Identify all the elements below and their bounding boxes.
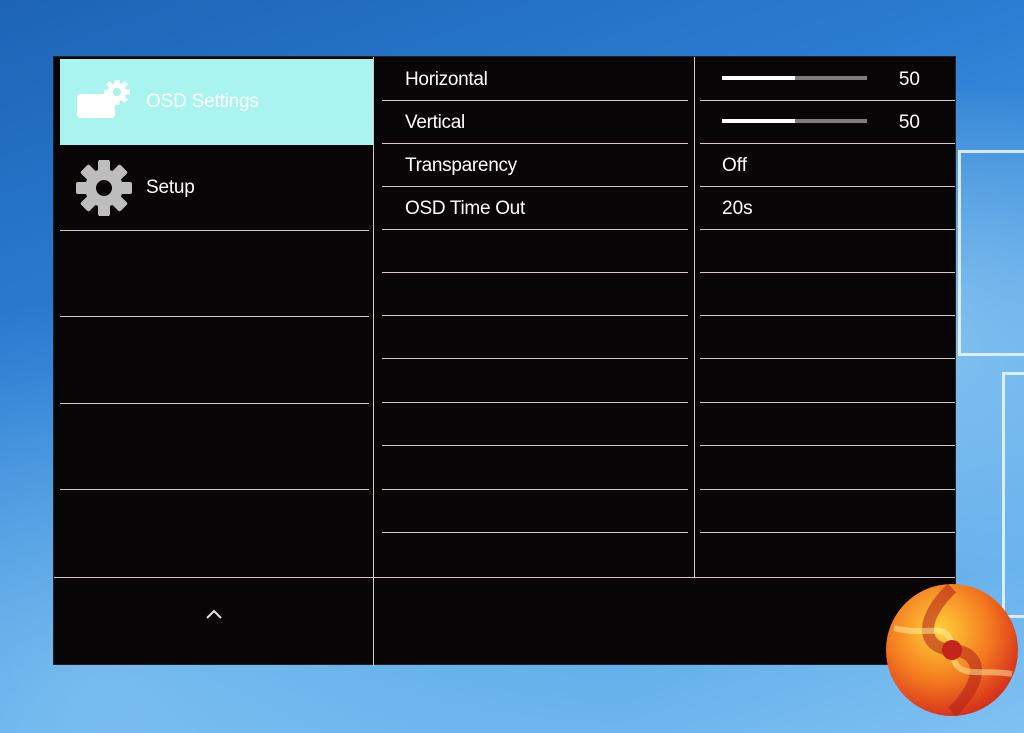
menu-item-setup[interactable]: Setup [60, 145, 373, 231]
row-divider [700, 532, 955, 533]
row-divider [382, 358, 688, 359]
menu-divider [60, 403, 369, 404]
row-divider [700, 445, 955, 446]
scroll-up-icon[interactable] [204, 604, 224, 624]
footer-divider [54, 577, 955, 578]
column-divider [373, 57, 374, 666]
transparency-value[interactable]: Off [722, 144, 747, 187]
osd-settings-icon [74, 72, 134, 132]
row-divider [382, 229, 688, 230]
brand-logo-watermark [880, 578, 1024, 723]
wallpaper-window-pane [958, 150, 1024, 356]
row-divider [382, 315, 688, 316]
menu-divider [60, 230, 369, 231]
settings-list: Horizontal Vertical Transparency OSD Tim… [382, 57, 688, 577]
main-menu: OSD Settings Setup [54, 57, 373, 577]
settings-values: 50 50 Off 20s [700, 57, 955, 577]
row-divider [700, 402, 955, 403]
row-divider [382, 272, 688, 273]
row-divider [382, 532, 688, 533]
setting-transparency[interactable]: Transparency [405, 144, 517, 187]
menu-divider [60, 489, 369, 490]
menu-divider [60, 316, 369, 317]
osd-menu: OSD Settings Setup Horizontal Vertical T… [53, 56, 956, 666]
vertical-slider[interactable] [722, 119, 867, 123]
column-divider [694, 57, 695, 577]
menu-item-label: Setup [146, 177, 195, 198]
gear-icon [74, 158, 134, 218]
row-divider [382, 489, 688, 490]
menu-item-label: OSD Settings [146, 91, 259, 112]
slider-fill [722, 76, 795, 80]
osd-time-out-value[interactable]: 20s [722, 187, 753, 230]
row-divider [700, 489, 955, 490]
slider-value: 50 [898, 69, 920, 90]
setting-vertical[interactable]: Vertical [405, 101, 465, 144]
row-divider [382, 402, 688, 403]
slider-fill [722, 119, 795, 123]
row-divider [382, 445, 688, 446]
menu-item-osd-settings[interactable]: OSD Settings [60, 59, 373, 145]
row-divider [700, 229, 955, 230]
setting-osd-time-out[interactable]: OSD Time Out [405, 187, 525, 230]
horizontal-slider[interactable] [722, 76, 867, 80]
setting-horizontal[interactable]: Horizontal [405, 58, 488, 101]
slider-value: 50 [898, 112, 920, 133]
row-divider [700, 358, 955, 359]
row-divider [700, 272, 955, 273]
row-divider [700, 315, 955, 316]
